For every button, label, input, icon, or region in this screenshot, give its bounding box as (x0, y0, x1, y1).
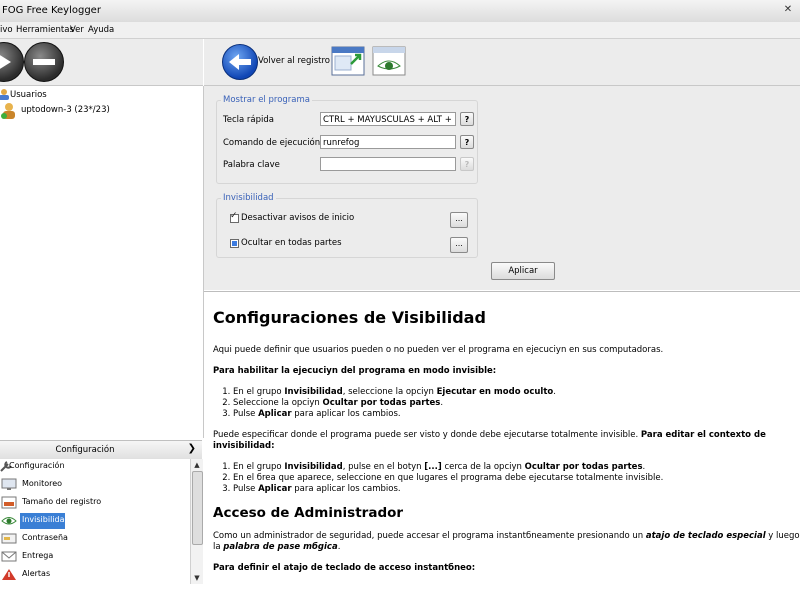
help-paragraph-2: Puede especificar donde el programa pued… (213, 430, 766, 451)
hide-everywhere-checkbox[interactable] (230, 239, 239, 248)
minus-icon (33, 59, 55, 65)
help-paragraph-4: Para definir el atajo de teclado de acce… (213, 563, 476, 573)
scroll-up-icon[interactable]: ▲ (192, 460, 202, 470)
log-size-icon (1, 496, 17, 509)
admin-access-heading: Acceso de Administrador (213, 505, 404, 521)
list-item: En el grupo Invisibilidad, seleccione la… (233, 387, 793, 398)
menu-bar: ivo Herramientas Ver Ayuda (0, 22, 800, 39)
back-arrow-icon (222, 44, 258, 80)
config-list: Configuración Monitoreo Tamaño del regis… (0, 459, 190, 584)
config-item-entrega[interactable]: Entrega (0, 549, 190, 565)
config-item-invisibilidad[interactable]: Invisibilidad (0, 513, 190, 529)
tree-root-label: Usuarios (10, 90, 47, 100)
right-toolbar: Volver al registro (204, 39, 800, 86)
left-toolbar (0, 39, 203, 86)
scroll-thumb[interactable] (192, 471, 203, 545)
config-item-tamano-registro[interactable]: Tamaño del registro (0, 495, 190, 511)
hide-everywhere-label: Ocultar en todas partes (241, 238, 342, 248)
list-item: Pulse Aplicar para aplicar los cambios. (233, 409, 793, 420)
help-steps-1: En el grupo Invisibilidad, seleccione la… (213, 387, 793, 420)
back-to-log-label: Volver al registro (258, 56, 331, 66)
help-paragraph-3: Como un administrador de seguridad, pued… (213, 531, 800, 552)
back-to-log-button[interactable]: Volver al registro (218, 42, 330, 82)
menu-herramientas[interactable]: Herramientas (16, 25, 74, 35)
eye-icon (1, 517, 17, 525)
keyword-input[interactable] (320, 157, 456, 171)
window-title: FOG Free Keylogger (2, 5, 101, 16)
keyword-help-button[interactable]: ? (460, 157, 474, 171)
envelope-icon (1, 551, 17, 562)
invisibility-eye-icon[interactable] (372, 44, 406, 78)
users-tree: Usuarios uptodown-3 (23*/23) (0, 86, 204, 438)
tree-user-label: uptodown-3 (23*/23) (21, 105, 110, 115)
hotkey-label: Tecla rápida (223, 115, 274, 125)
disable-startup-label: Desactivar avisos de inicio (241, 213, 355, 223)
monitor-icon (1, 478, 17, 490)
title-bar: FOG Free Keylogger ✕ (0, 0, 800, 23)
help-steps-2: En el grupo Invisibilidad, pulse en el b… (213, 462, 793, 495)
config-scrollbar[interactable]: ▲ ▼ (190, 459, 203, 584)
list-item: Seleccione la opciyn Ocultar por todas p… (233, 398, 793, 409)
config-panel-header[interactable]: Configuración ❯ (0, 440, 202, 460)
apply-button[interactable]: Aplicar (491, 262, 555, 280)
command-input[interactable]: runrefog (320, 135, 456, 149)
command-help-button[interactable]: ? (460, 135, 474, 149)
show-program-legend: Mostrar el programa (221, 95, 312, 105)
keyword-label: Palabra clave (223, 160, 280, 170)
menu-archivo[interactable]: ivo (0, 25, 13, 35)
warning-icon (2, 569, 16, 580)
config-item-contrasena[interactable]: Contraseña (0, 531, 190, 547)
settings-form: Mostrar el programa Tecla rápida CTRL + … (204, 86, 800, 290)
hotkey-help-button[interactable]: ? (460, 112, 474, 126)
help-title: Configuraciones de Visibilidad (213, 308, 486, 327)
scroll-down-icon[interactable]: ▼ (192, 573, 202, 583)
disable-startup-checkbox[interactable]: ✓ (230, 211, 239, 223)
menu-ver[interactable]: Ver (70, 25, 84, 35)
hide-everywhere-options-button[interactable]: ... (450, 237, 468, 253)
list-item: En el grupo Invisibilidad, pulse en el b… (233, 462, 793, 473)
help-subtitle-1: Para habilitar la ejecuciyn del programa… (213, 366, 497, 376)
users-icon (0, 89, 9, 100)
command-label: Comando de ejecución (223, 138, 321, 148)
start-button[interactable] (0, 42, 24, 82)
stop-button[interactable] (24, 42, 64, 82)
config-item-monitoreo[interactable]: Monitoreo (0, 477, 190, 493)
play-icon (0, 52, 11, 72)
help-intro: Aqui puede definir que usuarios pueden o… (213, 345, 664, 355)
hotkey-input[interactable]: CTRL + MAYUSCULAS + ALT + K (320, 112, 456, 126)
invisibility-group: Invisibilidad ✓ Desactivar avisos de ini… (216, 193, 478, 258)
config-header-label: Configuración (55, 445, 115, 455)
window-export-icon[interactable] (331, 44, 365, 78)
disable-startup-options-button[interactable]: ... (450, 212, 468, 228)
invisibility-legend: Invisibilidad (221, 193, 276, 203)
list-item: En el бrea que aparece, seleccione en qu… (233, 473, 793, 484)
password-icon (1, 533, 17, 544)
config-item-alertas[interactable]: Alertas (0, 567, 190, 583)
config-item-configuracion[interactable]: Configuración (0, 459, 190, 475)
close-icon[interactable]: ✕ (782, 4, 794, 16)
list-item: Pulse Aplicar para aplicar los cambios. (233, 484, 793, 495)
show-program-group: Mostrar el programa Tecla rápida CTRL + … (216, 95, 478, 184)
menu-ayuda[interactable]: Ayuda (88, 25, 114, 35)
help-panel: Configuraciones de Visibilidad Aqui pued… (204, 291, 800, 601)
user-icon (1, 103, 15, 119)
chevron-down-icon[interactable]: ❯ (188, 443, 196, 454)
